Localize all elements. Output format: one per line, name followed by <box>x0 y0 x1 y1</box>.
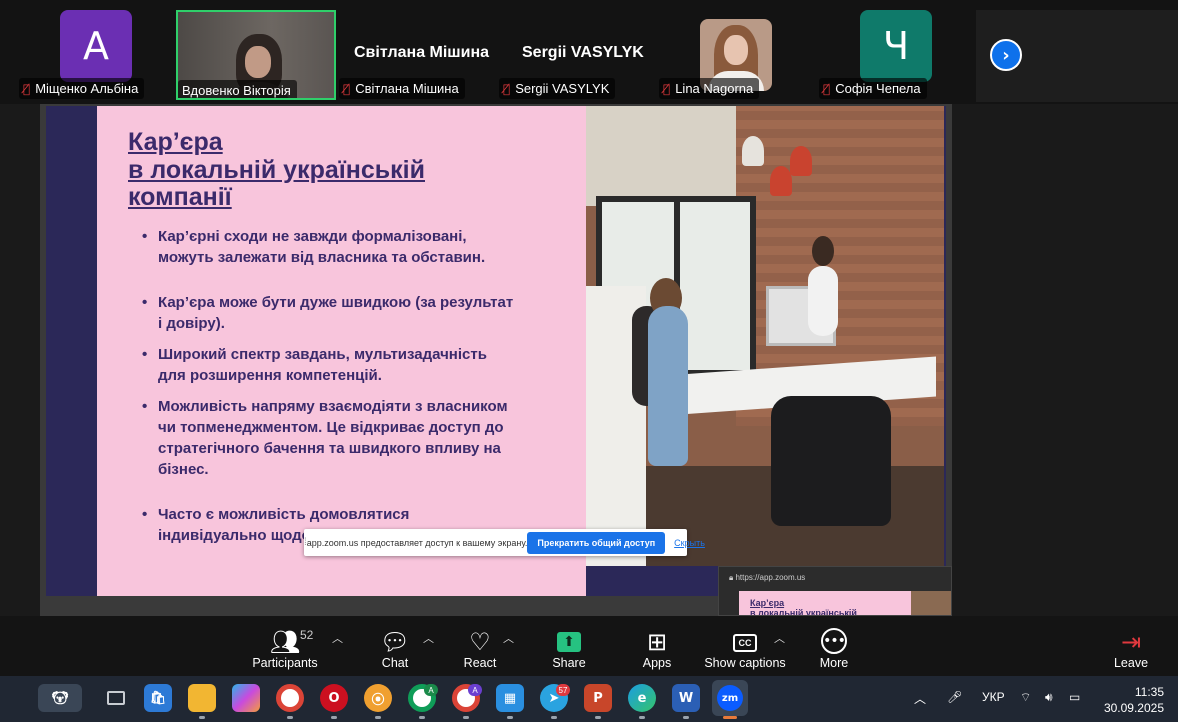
leave-button[interactable]: ⇥ Leave <box>1111 616 1151 676</box>
captions-options-caret[interactable]: ︿ <box>774 630 785 646</box>
participant-nametag: Вдовенко Вікторія <box>178 80 297 98</box>
clock[interactable]: 11:35 30.09.2025 <box>1098 684 1164 716</box>
avatar-initial: Ч <box>882 24 910 68</box>
mic-muted-icon: 🎙̸ <box>823 81 831 96</box>
microphone-icon[interactable]: 🎤︎ <box>947 690 962 704</box>
mic-muted-icon: 🎙̸ <box>23 81 31 96</box>
participant-name-tile[interactable]: Sergii VASYLYK <box>522 44 644 62</box>
participant-nametag: 🎙̸ Світлана Мішина <box>339 78 465 99</box>
share-button[interactable]: ⬆ Share <box>548 616 590 676</box>
clock-time: 11:35 <box>1134 685 1164 699</box>
copilot-icon[interactable] <box>232 684 260 712</box>
edge-icon[interactable]: e <box>628 684 656 712</box>
heart-icon: ♡ <box>469 628 491 656</box>
participant-name: Sergii VASYLYK <box>515 81 610 96</box>
avatar-initial: A <box>83 24 109 68</box>
participant-name: Світлана Мішина <box>355 81 459 96</box>
volume-icon[interactable]: 🔊︎ <box>1045 690 1053 705</box>
participants-options-caret[interactable]: ︿ <box>332 630 343 646</box>
zoom-meeting-window: A 🎙̸ Міщенко Альбіна Вдовенко Вікторія Св… <box>0 0 1178 722</box>
apps-icon: ⊞ <box>646 628 668 656</box>
participants-count: 52 <box>300 628 314 642</box>
wifi-icon[interactable]: ⌔ <box>1020 690 1031 705</box>
telegram-badge: 57 <box>556 684 570 696</box>
chrome-icon[interactable] <box>276 684 304 712</box>
chat-icon: 💬︎ <box>379 628 411 656</box>
participant-avatar[interactable]: Ч <box>860 10 932 82</box>
chevron-right-icon: › <box>1002 44 1010 66</box>
participant-nametag: 🎙̸ Sergii VASYLYK <box>499 78 616 99</box>
store-icon[interactable]: 🛍︎ <box>144 684 172 712</box>
participant-name: Вдовенко Вікторія <box>182 83 291 98</box>
participant-nametag: 🎙̸ Міщенко Альбіна <box>19 78 145 99</box>
captions-label: Show captions <box>704 656 786 670</box>
participant-name: Софія Чепела <box>835 81 921 96</box>
opera-icon[interactable]: O <box>320 684 348 712</box>
word-icon[interactable]: W <box>672 684 700 712</box>
participants-label: Participants <box>252 656 318 670</box>
hide-link[interactable]: Скрыть <box>674 538 705 548</box>
participant-nametag: 🎙̸ Lina Nagorna <box>659 78 760 99</box>
more-label: More <box>819 656 849 670</box>
slide-bullet: Широкий спектр завдань, мультизадачність… <box>138 344 518 386</box>
participant-nametag: 🎙̸ Софія Чепела <box>819 78 927 99</box>
show-captions-button[interactable]: CC Show captions <box>702 616 788 676</box>
chat-options-caret[interactable]: ︿ <box>423 630 434 646</box>
task-view-icon[interactable] <box>102 684 130 712</box>
chrome-profile-badge: A <box>424 684 438 696</box>
widgets-icon[interactable]: 🐨︎ <box>38 684 82 712</box>
screen-share-notification: ⁞ app.zoom.us предоставляет доступ к ваш… <box>304 529 705 556</box>
chat-button[interactable]: 💬︎ Chat <box>374 616 416 676</box>
chrome-profile-badge: A <box>468 684 482 696</box>
share-label: Share <box>552 656 586 670</box>
leave-icon: ⇥ <box>1120 628 1142 656</box>
share-preview-window[interactable]: 🔒︎ https://app.zoom.us Кар’єра в локальн… <box>718 566 952 616</box>
share-screen-icon: ⬆ <box>557 632 581 652</box>
leave-label: Leave <box>1113 656 1149 670</box>
zoom-app-icon[interactable]: zm <box>712 680 748 716</box>
participant-name: Lina Nagorna <box>675 81 754 96</box>
captions-icon: CC <box>733 634 757 652</box>
mic-muted-icon: 🎙̸ <box>663 81 671 96</box>
slide-bullet-list: Кар’єрні сходи не завжди формалізовані, … <box>138 226 518 556</box>
photos-icon[interactable]: ▦ <box>496 684 524 712</box>
preview-slide-title: Кар’єра в локальній українській <box>750 598 857 616</box>
clock-date: 30.09.2025 <box>1103 701 1164 715</box>
chat-label: Chat <box>381 656 409 670</box>
participant-avatar[interactable]: A <box>60 10 132 82</box>
slide-bullet: Кар’єра може бути дуже швидкою (за резул… <box>138 292 518 334</box>
participants-icon: 👥︎ <box>269 628 301 656</box>
office-photo <box>586 106 944 566</box>
react-options-caret[interactable]: ︿ <box>503 630 514 646</box>
participants-button[interactable]: 👥︎ Participants <box>252 616 318 676</box>
slide-bullet: Можливість напряму взаємодіяти з власник… <box>138 396 518 480</box>
apps-label: Apps <box>642 656 672 670</box>
next-participants-button[interactable]: › <box>990 39 1022 71</box>
windows-taskbar: 🐨︎ 🛍︎ O ⦿ A A ▦ ➤ 57 P e W zm ︿ 🎤︎ УКР ⌔ <box>0 676 1178 722</box>
slide-title: Кар’єра в локальній українській компанії <box>128 128 425 211</box>
apps-button[interactable]: ⊞ Apps <box>636 616 678 676</box>
battery-icon[interactable]: ▭ <box>1069 690 1080 704</box>
participant-name: Міщенко Альбіна <box>35 81 139 96</box>
opera-gx-icon[interactable]: ⦿ <box>364 684 392 712</box>
more-button[interactable]: ••• More <box>814 616 854 676</box>
participant-name-tile[interactable]: Світлана Мішина <box>354 44 489 62</box>
active-speaker-video[interactable]: Вдовенко Вікторія <box>176 10 336 100</box>
slide-bullet: Кар’єрні сходи не завжди формалізовані, … <box>138 226 518 268</box>
show-hidden-icons[interactable]: ︿ <box>914 690 926 707</box>
powerpoint-icon[interactable]: P <box>584 684 612 712</box>
preview-url: 🔒︎ https://app.zoom.us <box>729 573 806 582</box>
mic-muted-icon: 🎙̸ <box>503 81 511 96</box>
react-button[interactable]: ♡ React <box>458 616 502 676</box>
file-explorer-icon[interactable] <box>188 684 216 712</box>
share-message: app.zoom.us предоставляет доступ к вашем… <box>306 537 528 548</box>
mic-muted-icon: 🎙̸ <box>343 81 351 96</box>
participant-strip: A 🎙̸ Міщенко Альбіна Вдовенко Вікторія Св… <box>0 0 1178 104</box>
language-indicator[interactable]: УКР <box>982 690 1005 704</box>
react-label: React <box>463 656 497 670</box>
more-icon: ••• <box>821 628 847 654</box>
stop-sharing-button[interactable]: Прекратить общий доступ <box>527 531 666 554</box>
meeting-toolbar: 👥︎ Participants 52 ︿ 💬︎ Chat ︿ ♡ React ︿… <box>0 616 1178 676</box>
